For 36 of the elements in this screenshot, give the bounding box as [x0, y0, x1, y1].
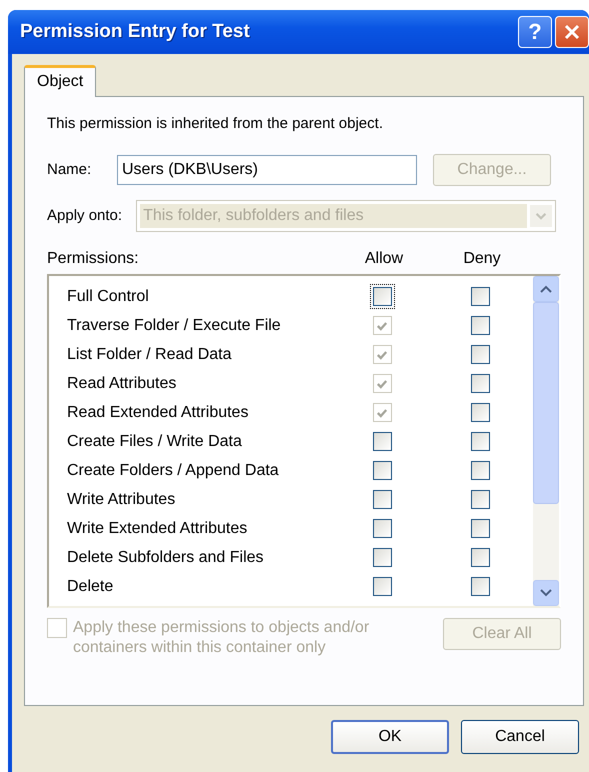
permission-name: Write Extended Attributes — [67, 520, 248, 538]
permission-name: Write Attributes — [67, 490, 176, 508]
permission-name: Read Attributes — [67, 374, 178, 392]
checkbox[interactable] — [370, 284, 394, 309]
permission-name: Read Extended Attributes — [67, 404, 250, 422]
column-header: Allow — [364, 250, 404, 268]
caret-icon — [530, 205, 552, 227]
permissions-label: Permissions: — [47, 250, 140, 268]
permission-name: List Folder / Read Data — [67, 346, 233, 364]
column-header: Deny — [462, 250, 502, 268]
permission-name: Traverse Folder / Execute File — [67, 316, 282, 334]
scroll-down-button[interactable] — [533, 580, 559, 606]
dialog-button[interactable]: Cancel — [461, 720, 579, 754]
window-title: Permission Entry for Test — [20, 21, 251, 43]
permission-name: Delete Subfolders and Files — [67, 548, 265, 566]
scroll-up-button[interactable] — [533, 276, 559, 302]
scroll-thumb[interactable] — [533, 302, 559, 504]
tab[interactable]: Object — [24, 65, 96, 97]
permission-name: Full Control — [67, 288, 150, 306]
apply-onto-label: Apply onto: — [47, 206, 122, 226]
checkbox-label: Apply these permissions to objects and/or containers within this container only — [73, 618, 370, 658]
check-icon — [376, 378, 388, 390]
close-button[interactable] — [555, 16, 589, 48]
permission-name: Create Folders / Append Data — [67, 462, 280, 480]
name-label: Name: — [47, 160, 92, 180]
check-icon — [376, 406, 388, 418]
close-icon — [562, 22, 582, 42]
permission-name: Delete — [67, 578, 114, 596]
help-button[interactable]: ? — [518, 16, 552, 48]
permission-name: Create Files / Write Data — [67, 432, 243, 450]
dialog-button[interactable]: OK — [331, 720, 449, 754]
name-field[interactable]: Users (DKB\Users) — [117, 155, 417, 185]
check-icon — [376, 348, 388, 360]
scrollbar[interactable] — [533, 276, 559, 606]
check-icon — [376, 320, 388, 332]
inherited-note: This permission is inherited from the parent object. — [47, 115, 384, 132]
